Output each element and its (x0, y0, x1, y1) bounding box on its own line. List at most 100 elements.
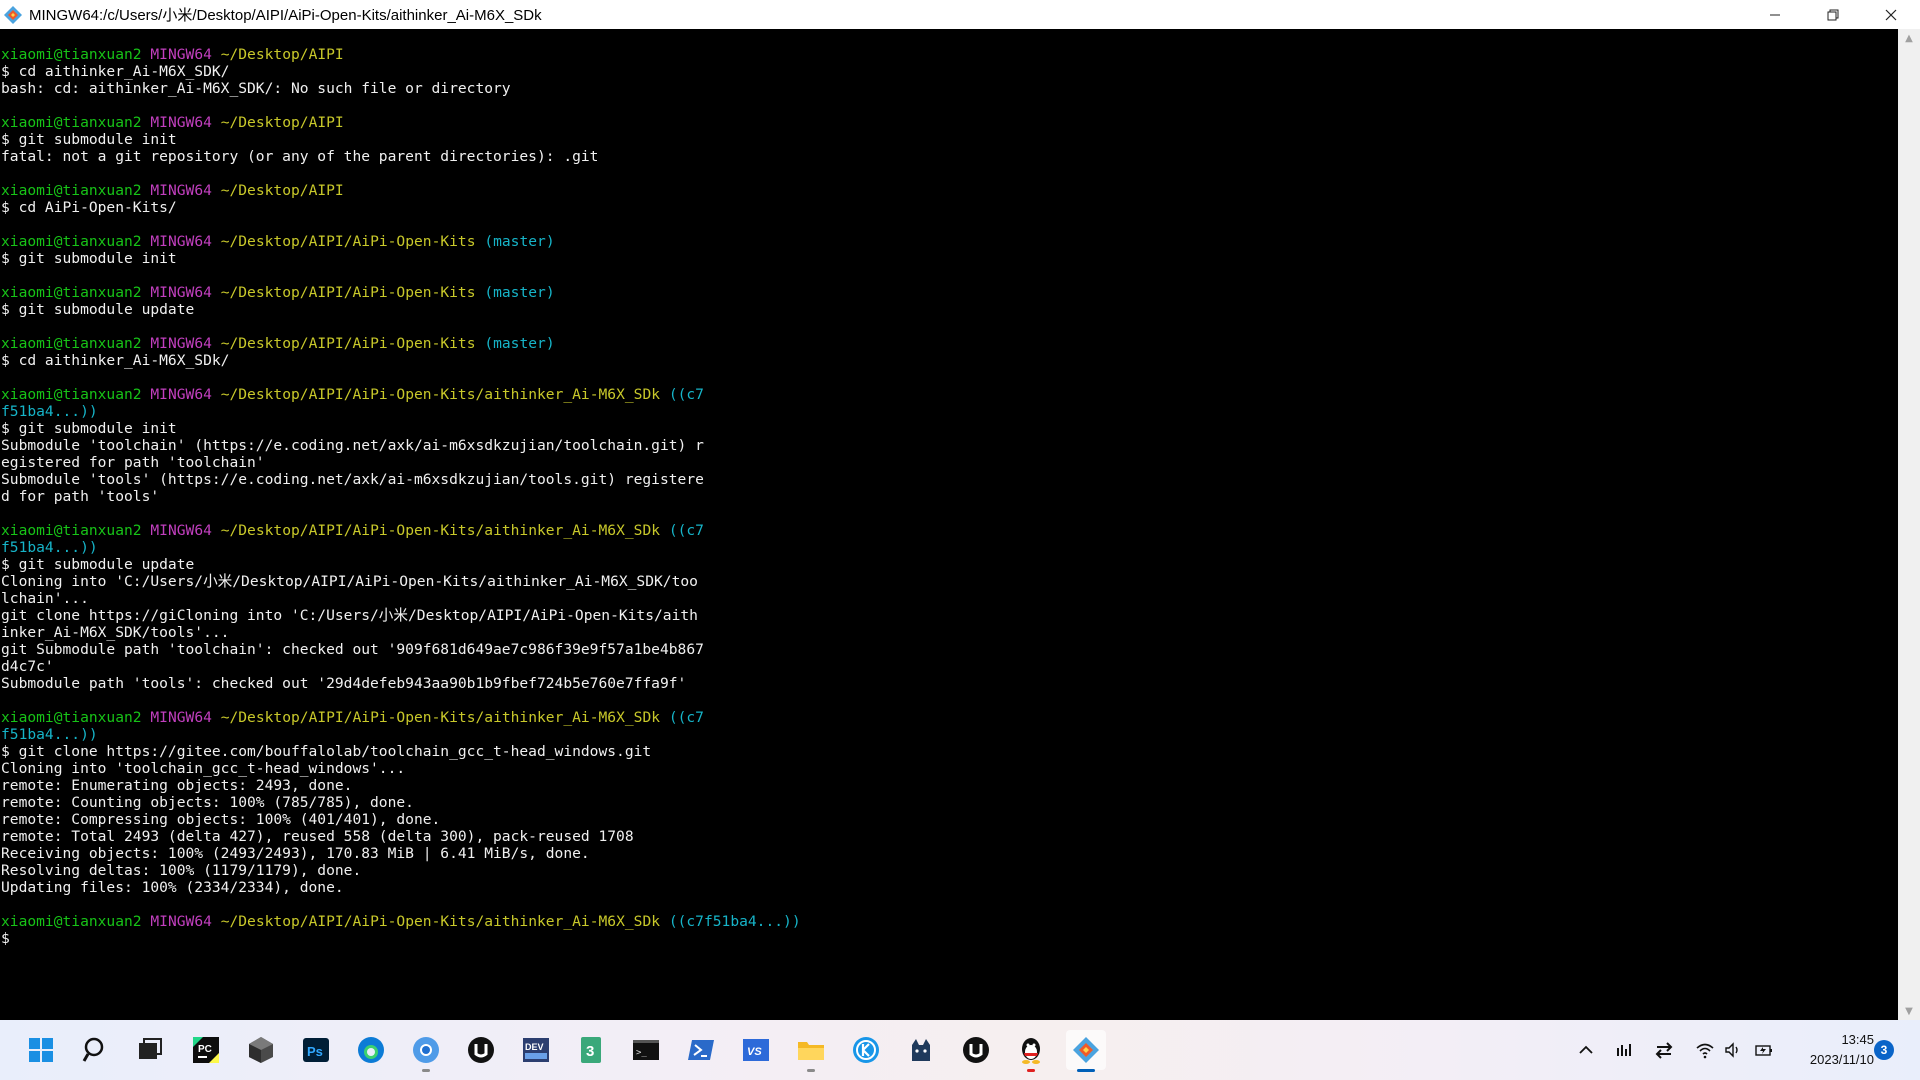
minimize-button[interactable] (1746, 0, 1804, 29)
terminal-text-segment: xiaomi@tianxuan2 (1, 182, 142, 199)
kugou-icon[interactable] (846, 1030, 886, 1070)
transfer-icon[interactable] (1652, 1038, 1676, 1062)
unity-icon[interactable] (241, 1030, 281, 1070)
scroll-down-arrow-icon[interactable]: ▼ (1898, 1002, 1920, 1020)
terminal-text-segment: $ git clone https://gitee.com/bouffalola… (1, 743, 652, 760)
close-button[interactable] (1862, 0, 1920, 29)
terminal-text-segment: Submodule 'toolchain' (https://e.coding.… (1, 437, 704, 454)
terminal-line: git clone https://giCloning into 'C:/Use… (1, 607, 1898, 624)
svg-text:VS: VS (747, 1046, 762, 1058)
terminal-text-segment: Cloning into 'C:/Users/小米/Desktop/AIPI/A… (1, 573, 698, 590)
terminal-line: inker_Ai-M6X_SDK/tools'... (1, 624, 1898, 641)
pycharm-icon[interactable]: PC (186, 1030, 226, 1070)
battery-icon[interactable] (1752, 1038, 1776, 1062)
3d-app-icon[interactable]: 3 (571, 1030, 611, 1070)
edge-icon[interactable] (351, 1030, 391, 1070)
cmd-icon[interactable]: >_ (626, 1030, 666, 1070)
terminal-text-segment: ~/Desktop/AIPI/AiPi-Open-Kits/aithinker_… (220, 386, 661, 403)
photoshop-icon[interactable]: Ps (296, 1030, 336, 1070)
volume-icon[interactable] (1721, 1038, 1745, 1062)
svg-text:DEV: DEV (525, 1042, 544, 1052)
terminal-text-segment: inker_Ai-M6X_SDK/tools'... (1, 624, 230, 641)
terminal-text-segment: git Submodule path 'toolchain': checked … (1, 641, 704, 658)
terminal-line: xiaomi@tianxuan2 MINGW64 ~/Desktop/AIPI/… (1, 335, 1898, 352)
vertical-scrollbar[interactable]: ▲ ▼ (1898, 29, 1920, 1020)
terminal-text-segment: MINGW64 (150, 114, 212, 131)
terminal-output[interactable]: xiaomi@tianxuan2 MINGW64 ~/Desktop/AIPI $… (0, 29, 1898, 1020)
terminal-text-segment: xiaomi@tianxuan2 (1, 335, 142, 352)
taskbar: PC Ps DEV 3 >_ VS 13:45 2023/11/10 3 (0, 1020, 1920, 1080)
system-clock[interactable]: 13:45 2023/11/10 (1782, 1030, 1874, 1070)
terminal-line: Cloning into 'toolchain_gcc_t-head_windo… (1, 760, 1898, 777)
terminal-text-segment: $ git submodule update (1, 301, 195, 318)
terminal-text-segment: ((c7 (668, 522, 704, 539)
terminal-text-segment: MINGW64 (150, 46, 212, 63)
terminal-text-segment: MINGW64 (150, 182, 212, 199)
terminal-text-segment: ~/Desktop/AIPI/AiPi-Open-Kits/aithinker_… (220, 913, 661, 930)
network-activity-icon[interactable] (1612, 1038, 1636, 1062)
svg-text:Ps: Ps (307, 1044, 323, 1059)
terminal-line: Submodule 'toolchain' (https://e.coding.… (1, 437, 1898, 454)
terminal-text-segment: xiaomi@tianxuan2 (1, 114, 142, 131)
terminal-text-segment: d for path 'tools' (1, 488, 160, 505)
visual-studio-icon[interactable]: VS (736, 1030, 776, 1070)
scroll-up-arrow-icon[interactable]: ▲ (1898, 29, 1920, 47)
terminal-line: xiaomi@tianxuan2 MINGW64 ~/Desktop/AIPI/… (1, 913, 1898, 930)
terminal-text-segment: xiaomi@tianxuan2 (1, 913, 142, 930)
terminal-line: Updating files: 100% (2334/2334), done. (1, 879, 1898, 896)
powershell-icon[interactable] (681, 1030, 721, 1070)
chevron-up-icon[interactable] (1574, 1038, 1598, 1062)
terminal-line: Receiving objects: 100% (2493/2493), 170… (1, 845, 1898, 862)
restore-button[interactable] (1804, 0, 1862, 29)
clock-time: 13:45 (1841, 1032, 1874, 1047)
close-icon (1885, 9, 1897, 20)
svg-text:PC: PC (198, 1044, 212, 1055)
terminal-text-segment: MINGW64 (150, 335, 212, 352)
task-view-icon[interactable] (130, 1030, 170, 1070)
terminal-line: xiaomi@tianxuan2 MINGW64 ~/Desktop/AIPI/… (1, 522, 1898, 539)
terminal-line: Resolving deltas: 100% (1179/1179), done… (1, 862, 1898, 879)
terminal-text-segment: f51ba4...)) (1, 726, 98, 743)
terminal-text-segment: Resolving deltas: 100% (1179/1179), done… (1, 862, 362, 879)
terminal-text-segment: $ cd AiPi-Open-Kits/ (1, 199, 177, 216)
terminal-text-segment: remote: Total 2493 (delta 427), reused 5… (1, 828, 634, 845)
unreal-engine-icon[interactable] (956, 1030, 996, 1070)
cat-app-icon[interactable] (901, 1030, 941, 1070)
terminal-line: $ git submodule update (1, 556, 1898, 573)
clock-date: 2023/11/10 (1809, 1052, 1874, 1067)
qq-icon[interactable] (1011, 1030, 1051, 1072)
terminal-line: xiaomi@tianxuan2 MINGW64 ~/Desktop/AIPI/… (1, 386, 1898, 403)
terminal-text-segment: MINGW64 (150, 284, 212, 301)
terminal-text-segment: remote: Counting objects: 100% (785/785)… (1, 794, 414, 811)
terminal-text-segment: xiaomi@tianxuan2 (1, 233, 142, 250)
terminal-line: Cloning into 'C:/Users/小米/Desktop/AIPI/A… (1, 573, 1898, 590)
terminal-text-segment: Cloning into 'toolchain_gcc_t-head_windo… (1, 760, 406, 777)
wifi-icon[interactable] (1693, 1038, 1717, 1062)
terminal-line: git Submodule path 'toolchain': checked … (1, 641, 1898, 658)
terminal-text-segment: xiaomi@tianxuan2 (1, 709, 142, 726)
terminal-text-segment: ~/Desktop/AIPI/AiPi-Open-Kits (220, 284, 476, 301)
terminal-text-segment: ~/Desktop/AIPI/AiPi-Open-Kits/aithinker_… (220, 522, 661, 539)
terminal-text-segment: Updating files: 100% (2334/2334), done. (1, 879, 344, 896)
terminal-line: $ cd AiPi-Open-Kits/ (1, 199, 1898, 216)
start-icon[interactable] (21, 1030, 61, 1070)
terminal-text-segment: Receiving objects: 100% (2493/2493), 170… (1, 845, 590, 862)
terminal-text-segment: $ (1, 930, 10, 947)
terminal-text-area[interactable]: xiaomi@tianxuan2 MINGW64 ~/Desktop/AIPI $… (0, 29, 1898, 947)
search-icon[interactable] (76, 1030, 116, 1070)
devcpp-icon[interactable]: DEV (516, 1030, 556, 1070)
unreal-icon[interactable] (461, 1030, 501, 1070)
notification-badge[interactable]: 3 (1874, 1040, 1894, 1060)
chrome-icon[interactable] (406, 1030, 446, 1072)
title-bar[interactable]: MINGW64:/c/Users/小米/Desktop/AIPI/AiPi-Op… (0, 0, 1920, 29)
git-bash-icon[interactable] (1066, 1030, 1106, 1072)
file-explorer-icon[interactable] (791, 1030, 831, 1072)
